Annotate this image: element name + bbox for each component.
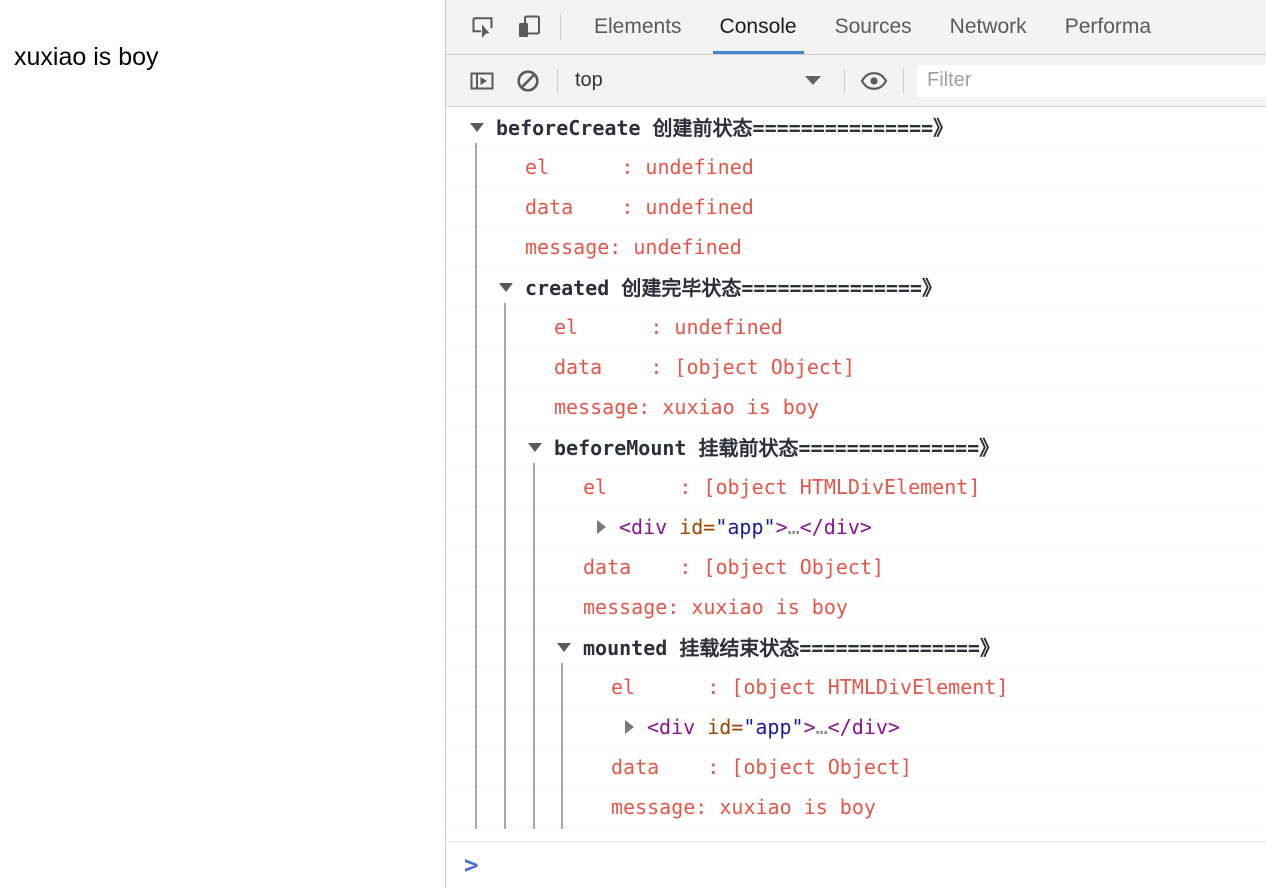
dom-attr-name: id= — [695, 714, 744, 739]
console-log-text: el : [object HTMLDivElement] — [611, 674, 1009, 699]
console-group-title: created 创建完毕状态===============》 — [525, 276, 942, 300]
clear-console-icon[interactable] — [512, 65, 544, 97]
web-page-viewport: xuxiao is boy — [0, 0, 446, 888]
dom-tag-bracket: > — [775, 514, 788, 539]
dom-attr-value: "app" — [743, 714, 804, 739]
tab-performance[interactable]: Performa — [1046, 0, 1170, 54]
devtools-tabstrip: Elements Console Sources Network Perform… — [446, 0, 1266, 55]
device-toolbar-icon[interactable] — [512, 10, 546, 44]
console-log-text: data : [object Object] — [554, 354, 856, 379]
disclosure-triangle-icon[interactable] — [499, 283, 513, 292]
console-log-line[interactable]: message: xuxiao is boy — [446, 587, 1266, 627]
dom-tag-open: <div — [647, 714, 696, 739]
console-log-text: el : undefined — [525, 154, 754, 179]
devtools-window: xuxiao is boy Elements Console Sources N… — [0, 0, 1266, 888]
console-group-header[interactable]: created 创建完毕状态===============》 — [446, 267, 1266, 307]
disclosure-triangle-icon[interactable] — [597, 520, 606, 534]
toolbar-divider — [560, 14, 561, 40]
dom-collapsed-ellipsis: … — [815, 714, 828, 739]
filterbar-divider-1 — [557, 68, 558, 93]
tab-console-label: Console — [719, 15, 797, 38]
console-log-text: message: xuxiao is boy — [554, 394, 819, 419]
disclosure-triangle-icon[interactable] — [528, 443, 542, 452]
dom-node-markup[interactable]: <div id="app">…</div> — [647, 715, 900, 739]
console-group-title: mounted 挂载结束状态===============》 — [583, 636, 1000, 660]
console-log-line[interactable]: message: undefined — [446, 227, 1266, 267]
console-log-text: data : [object Object] — [611, 754, 913, 779]
chevron-down-icon — [805, 76, 821, 85]
page-app-message: xuxiao is boy — [14, 43, 159, 71]
live-expression-eye-icon[interactable] — [858, 65, 890, 97]
console-dom-node-line[interactable]: <div id="app">…</div> — [446, 507, 1266, 547]
tab-performance-label: Performa — [1064, 15, 1152, 38]
dom-node-markup[interactable]: <div id="app">…</div> — [619, 515, 872, 539]
console-log-text: data : undefined — [525, 194, 754, 219]
console-log-line[interactable]: message: xuxiao is boy — [446, 787, 1266, 827]
console-log-line[interactable]: data : [object Object] — [446, 547, 1266, 587]
console-log-line[interactable]: message: xuxiao is boy — [446, 387, 1266, 427]
tab-elements[interactable]: Elements — [575, 0, 701, 54]
inspect-element-icon[interactable] — [466, 10, 500, 44]
console-dom-node-line[interactable]: <div id="app">…</div> — [446, 707, 1266, 747]
console-log-text: message: xuxiao is boy — [611, 794, 876, 819]
dom-collapsed-ellipsis: … — [787, 514, 800, 539]
console-log-text: message: undefined — [525, 234, 742, 259]
tab-network[interactable]: Network — [931, 0, 1046, 54]
devtools-panel: Elements Console Sources Network Perform… — [446, 0, 1266, 888]
console-group-header[interactable]: beforeMount 挂载前状态===============》 — [446, 427, 1266, 467]
console-group-header[interactable]: mounted 挂载结束状态===============》 — [446, 627, 1266, 667]
filterbar-divider-3 — [903, 68, 904, 93]
console-group-title: beforeCreate 创建前状态===============》 — [496, 116, 954, 140]
group-indent-guide — [475, 143, 477, 829]
disclosure-triangle-icon[interactable] — [470, 123, 484, 132]
console-prompt-row[interactable]: > — [446, 841, 1266, 888]
console-filter-bar: top — [446, 55, 1266, 107]
console-log-text: message: xuxiao is boy — [583, 594, 848, 619]
prompt-caret-icon: > — [464, 851, 479, 879]
filterbar-divider-2 — [844, 68, 845, 93]
console-log-text: el : undefined — [554, 314, 783, 339]
dom-attr-name: id= — [667, 514, 716, 539]
console-log-line[interactable]: el : [object HTMLDivElement] — [446, 467, 1266, 507]
console-log-line[interactable]: el : [object HTMLDivElement] — [446, 667, 1266, 707]
execution-context-selector[interactable]: top — [571, 65, 831, 97]
dom-attr-value: "app" — [715, 514, 776, 539]
console-log-line[interactable]: data : undefined — [446, 187, 1266, 227]
tab-network-label: Network — [949, 15, 1027, 38]
console-log-line[interactable]: el : undefined — [446, 147, 1266, 187]
console-filter-input[interactable] — [917, 64, 1266, 97]
tab-console[interactable]: Console — [701, 0, 816, 54]
console-log-text: data : [object Object] — [583, 554, 885, 579]
group-indent-guide — [561, 663, 563, 829]
dom-tag-end: </div> — [799, 514, 872, 539]
tab-elements-label: Elements — [594, 15, 682, 38]
console-message-list[interactable]: beforeCreate 创建前状态===============》 el : u… — [446, 107, 1266, 841]
disclosure-triangle-icon[interactable] — [625, 720, 634, 734]
tab-sources[interactable]: Sources — [816, 0, 931, 54]
execution-context-label: top — [575, 69, 603, 91]
console-log-text: el : [object HTMLDivElement] — [583, 474, 981, 499]
dom-tag-bracket: > — [803, 714, 816, 739]
dom-tag-end: </div> — [827, 714, 900, 739]
console-log-line[interactable]: el : undefined — [446, 307, 1266, 347]
console-log-line[interactable]: data : [object Object] — [446, 347, 1266, 387]
dom-tag-open: <div — [619, 514, 668, 539]
console-sidebar-icon[interactable] — [466, 65, 498, 97]
group-indent-guide — [504, 303, 506, 829]
console-log-line[interactable]: data : [object Object] — [446, 747, 1266, 787]
tab-sources-label: Sources — [834, 15, 912, 38]
disclosure-triangle-icon[interactable] — [557, 643, 571, 652]
console-group-title: beforeMount 挂载前状态===============》 — [554, 436, 1000, 460]
console-group-header[interactable]: beforeCreate 创建前状态===============》 — [446, 107, 1266, 147]
group-indent-guide — [533, 463, 535, 829]
